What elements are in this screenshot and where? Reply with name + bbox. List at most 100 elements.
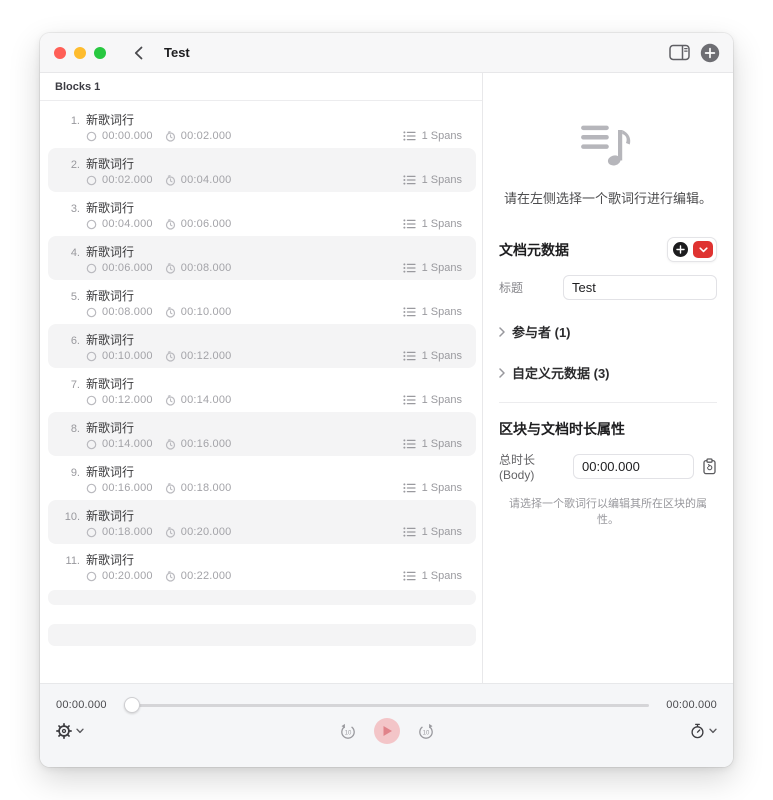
minimize-window-button[interactable]: [74, 46, 86, 59]
start-time: 00:06.000: [102, 262, 153, 274]
skip-forward-10-button[interactable]: 10: [417, 722, 435, 740]
title-field-label: 标题: [499, 281, 524, 295]
end-time: 00:08.000: [180, 262, 232, 274]
blocks-header: Blocks 1: [40, 73, 482, 101]
spans-count: 1 Spans: [421, 130, 462, 142]
spans-count: 1 Spans: [421, 350, 462, 362]
play-icon: [381, 725, 393, 737]
metadata-section: 文档元数据 标题 Test 参与者 (1) 自定义元数据 (3): [483, 237, 733, 403]
empty-block-placeholder[interactable]: [48, 590, 476, 605]
slider-thumb[interactable]: [124, 697, 140, 713]
inspector-panel: 请在左侧选择一个歌词行进行编辑。 文档元数据 标题 Test 参与者 (1) 自…: [483, 73, 733, 683]
spans-count: 1 Spans: [421, 394, 462, 406]
start-time: 00:10.000: [102, 350, 153, 362]
end-time: 00:04.000: [180, 174, 232, 186]
lyric-row[interactable]: 9. 新歌词行 00:16.000 00:18.000 1 Spans: [48, 456, 476, 500]
spans-count: 1 Spans: [421, 262, 462, 274]
spans-count: 1 Spans: [421, 438, 462, 450]
end-time-clock-icon: [165, 306, 176, 318]
row-title: 新歌词行: [86, 377, 135, 391]
slider-track: [124, 704, 649, 707]
add-metadata-button[interactable]: [673, 242, 688, 257]
lyric-row[interactable]: 3. 新歌词行 00:04.000 00:06.000 1 Spans: [48, 192, 476, 236]
add-button[interactable]: [700, 43, 720, 63]
sidebar-right-icon: [669, 44, 690, 61]
row-number: 5.: [70, 291, 80, 303]
row-title: 新歌词行: [86, 289, 135, 303]
timer-dropdown[interactable]: [690, 723, 717, 739]
row-title: 新歌词行: [86, 157, 135, 171]
begin-time-icon: [86, 131, 97, 142]
chevron-right-icon: [499, 326, 505, 337]
lyric-row[interactable]: 2. 新歌词行 00:02.000 00:04.000 1 Spans: [48, 148, 476, 192]
lyric-row[interactable]: 4. 新歌词行 00:06.000 00:08.000 1 Spans: [48, 236, 476, 280]
empty-block-placeholder[interactable]: [48, 624, 476, 646]
list-bullet-icon: [403, 571, 416, 581]
end-time-clock-icon: [165, 174, 176, 186]
row-number: 11.: [65, 555, 80, 567]
custom-metadata-disclosure[interactable]: 自定义元数据 (3): [499, 363, 717, 382]
total-duration-input[interactable]: [573, 454, 694, 479]
begin-time-icon: [86, 395, 97, 406]
playback-settings-dropdown[interactable]: [56, 723, 84, 739]
row-title: 新歌词行: [86, 333, 135, 347]
chevron-down-icon: [76, 728, 84, 734]
toggle-inspector-button[interactable]: [669, 44, 690, 61]
metadata-dropdown-button[interactable]: [693, 241, 713, 258]
start-time: 00:18.000: [102, 526, 153, 538]
spans-count: 1 Spans: [421, 482, 462, 494]
play-button[interactable]: [373, 718, 400, 744]
spans-count: 1 Spans: [421, 306, 462, 318]
row-number: 7.: [70, 379, 80, 391]
current-time: 00:00.000: [56, 699, 107, 711]
end-time: 00:06.000: [180, 218, 232, 230]
close-window-button[interactable]: [54, 46, 66, 59]
seek-slider[interactable]: [124, 697, 649, 713]
begin-time-icon: [86, 263, 97, 274]
row-number: 8.: [70, 423, 80, 435]
chevron-right-icon: [499, 367, 505, 378]
row-number: 6.: [70, 335, 80, 347]
lyric-row[interactable]: 6. 新歌词行 00:10.000 00:12.000 1 Spans: [48, 324, 476, 368]
end-time-clock-icon: [165, 526, 176, 538]
participants-disclosure[interactable]: 参与者 (1): [499, 322, 717, 341]
list-bullet-icon: [403, 395, 416, 405]
end-time: 00:02.000: [180, 130, 232, 142]
duration-hint: 请选择一个歌词行以编辑其所在区块的属性。: [509, 498, 707, 526]
end-time: 00:20.000: [180, 526, 232, 538]
list-bullet-icon: [403, 351, 416, 361]
empty-state: 请在左侧选择一个歌词行进行编辑。: [483, 73, 733, 207]
title-input[interactable]: [563, 275, 717, 300]
titlebar: Test: [40, 33, 733, 73]
chevron-down-icon: [709, 728, 717, 734]
start-time: 00:12.000: [102, 394, 153, 406]
end-time-clock-icon: [165, 130, 176, 142]
lyric-rows: 1. 新歌词行 00:00.000 00:02.000 1 Spans 2. 新…: [40, 101, 482, 588]
row-title: 新歌词行: [86, 245, 135, 259]
lyric-list-panel: Blocks 1 1. 新歌词行 00:00.000 00:02.000 1 S…: [40, 73, 483, 683]
zoom-window-button[interactable]: [94, 46, 106, 59]
metadata-actions: [667, 237, 717, 262]
lyric-row[interactable]: 11. 新歌词行 00:20.000 00:22.000 1 Spans: [48, 544, 476, 588]
skip-back-10-button[interactable]: 10: [339, 722, 357, 740]
lyric-row[interactable]: 5. 新歌词行 00:08.000 00:10.000 1 Spans: [48, 280, 476, 324]
row-title: 新歌词行: [86, 201, 135, 215]
back-button[interactable]: [128, 43, 148, 63]
svg-text:10: 10: [422, 730, 429, 736]
lyric-row[interactable]: 1. 新歌词行 00:00.000 00:02.000 1 Spans: [48, 104, 476, 148]
lyric-row[interactable]: 10. 新歌词行 00:18.000 00:20.000 1 Spans: [48, 500, 476, 544]
spans-count: 1 Spans: [421, 174, 462, 186]
lyric-row[interactable]: 7. 新歌词行 00:12.000 00:14.000 1 Spans: [48, 368, 476, 412]
chevron-left-icon: [134, 46, 143, 60]
row-number: 2.: [70, 159, 80, 171]
end-time: 00:12.000: [180, 350, 232, 362]
begin-time-icon: [86, 219, 97, 230]
end-time: 00:10.000: [180, 306, 232, 318]
row-title: 新歌词行: [86, 421, 135, 435]
window-title: Test: [164, 45, 190, 60]
begin-time-icon: [86, 527, 97, 538]
copy-duration-button[interactable]: [702, 458, 717, 475]
list-bullet-icon: [403, 307, 416, 317]
list-bullet-icon: [403, 175, 416, 185]
lyric-row[interactable]: 8. 新歌词行 00:14.000 00:16.000 1 Spans: [48, 412, 476, 456]
